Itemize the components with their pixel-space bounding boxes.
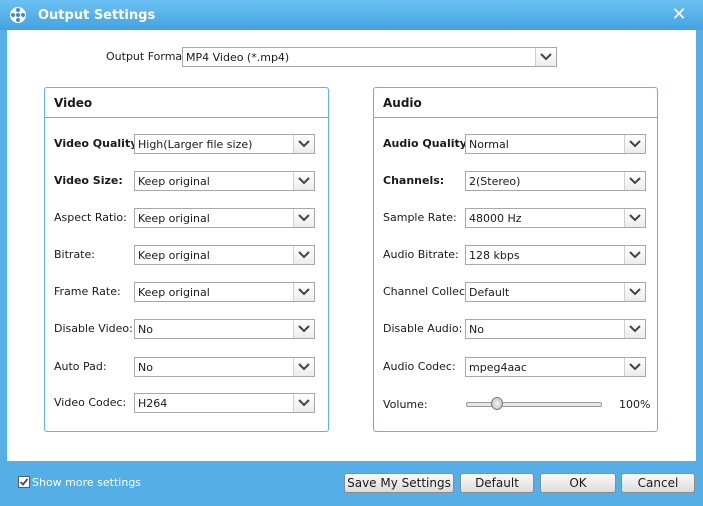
video-row-label: Video Size: xyxy=(54,174,123,187)
film-reel-icon xyxy=(9,6,27,24)
video-row-label: Video Codec: xyxy=(54,396,127,409)
output-format-select[interactable]: MP4 Video (*.mp4) xyxy=(182,47,557,67)
show-more-label[interactable]: Show more settings xyxy=(32,476,141,489)
chevron-down-icon[interactable] xyxy=(624,320,645,338)
video-row-select[interactable]: No xyxy=(134,319,315,339)
audio-row-value: mpeg4aac xyxy=(469,361,527,374)
video-row-select[interactable]: Keep original xyxy=(134,208,315,228)
window-title: Output Settings xyxy=(38,8,156,23)
save-my-settings-button[interactable]: Save My Settings xyxy=(344,473,454,493)
audio-row-select[interactable]: 48000 Hz xyxy=(465,208,646,228)
chevron-down-icon[interactable] xyxy=(293,209,314,227)
chevron-down-icon[interactable] xyxy=(624,135,645,153)
video-row-select[interactable]: No xyxy=(134,357,315,377)
video-row-label: Aspect Ratio: xyxy=(54,211,127,224)
audio-row-label: Channel Collect: xyxy=(383,285,474,298)
audio-row-select[interactable]: 2(Stereo) xyxy=(465,171,646,191)
checkmark-icon xyxy=(19,478,29,486)
video-row-value: High(Larger file size) xyxy=(138,138,253,151)
close-button[interactable]: ✕ xyxy=(666,3,692,27)
cancel-button[interactable]: Cancel xyxy=(621,473,695,493)
audio-row-value: 128 kbps xyxy=(469,249,520,262)
output-settings-window: Output Settings ✕ Output Format: MP4 Vid… xyxy=(0,0,703,506)
show-more-checkbox[interactable] xyxy=(18,476,30,488)
audio-row-label: Audio Codec: xyxy=(383,360,456,373)
chevron-down-icon[interactable] xyxy=(293,320,314,338)
video-row-value: H264 xyxy=(138,397,168,410)
video-row-value: Keep original xyxy=(138,249,210,262)
video-row-value: Keep original xyxy=(138,286,210,299)
video-row-value: Keep original xyxy=(138,212,210,225)
volume-label: Volume: xyxy=(383,398,428,411)
audio-row-value: 48000 Hz xyxy=(469,212,522,225)
audio-row-label: Audio Quality: xyxy=(383,137,472,150)
audio-row-label: Channels: xyxy=(383,174,445,187)
video-group-header: Video xyxy=(45,88,328,118)
chevron-down-icon[interactable] xyxy=(293,394,314,412)
audio-header: Audio xyxy=(383,96,422,110)
chevron-down-icon[interactable] xyxy=(293,358,314,376)
audio-row-value: 2(Stereo) xyxy=(469,175,521,188)
chevron-down-icon[interactable] xyxy=(535,48,556,66)
chevron-down-icon[interactable] xyxy=(293,246,314,264)
video-row-value: No xyxy=(138,361,153,374)
title-bar[interactable]: Output Settings ✕ xyxy=(0,0,703,30)
volume-slider-thumb[interactable] xyxy=(490,397,503,410)
audio-row-value: Normal xyxy=(469,138,509,151)
video-row-select[interactable]: Keep original xyxy=(134,171,315,191)
video-row-label: Auto Pad: xyxy=(54,360,107,373)
video-row-value: No xyxy=(138,323,153,336)
volume-value: 100% xyxy=(619,398,651,411)
chevron-down-icon[interactable] xyxy=(624,246,645,264)
audio-row-select[interactable]: mpeg4aac xyxy=(465,357,646,377)
video-row-label: Frame Rate: xyxy=(54,285,121,298)
audio-group-header: Audio xyxy=(374,88,657,118)
video-row-select[interactable]: Keep original xyxy=(134,282,315,302)
audio-row-select[interactable]: 128 kbps xyxy=(465,245,646,265)
volume-slider-track[interactable] xyxy=(466,402,602,407)
chevron-down-icon[interactable] xyxy=(293,172,314,190)
ok-button[interactable]: OK xyxy=(540,473,616,493)
video-row-select[interactable]: High(Larger file size) xyxy=(134,134,315,154)
output-format-label: Output Format: xyxy=(106,50,191,63)
video-row-label: Bitrate: xyxy=(54,248,95,261)
video-row-value: Keep original xyxy=(138,175,210,188)
audio-row-value: Default xyxy=(469,286,510,299)
chevron-down-icon[interactable] xyxy=(624,358,645,376)
video-header: Video xyxy=(54,96,93,110)
audio-row-select[interactable]: Default xyxy=(465,282,646,302)
video-row-select[interactable]: H264 xyxy=(134,393,315,413)
default-button[interactable]: Default xyxy=(460,473,534,493)
audio-row-select[interactable]: Normal xyxy=(465,134,646,154)
output-format-value: MP4 Video (*.mp4) xyxy=(186,51,290,64)
audio-row-label: Disable Audio: xyxy=(383,322,463,335)
video-row-select[interactable]: Keep original xyxy=(134,245,315,265)
chevron-down-icon[interactable] xyxy=(293,135,314,153)
audio-row-value: No xyxy=(469,323,484,336)
chevron-down-icon[interactable] xyxy=(293,283,314,301)
chevron-down-icon[interactable] xyxy=(624,209,645,227)
video-row-label: Disable Video: xyxy=(54,322,133,335)
audio-row-select[interactable]: No xyxy=(465,319,646,339)
chevron-down-icon[interactable] xyxy=(624,283,645,301)
audio-row-label: Sample Rate: xyxy=(383,211,457,224)
video-row-label: Video Quality: xyxy=(54,137,142,150)
chevron-down-icon[interactable] xyxy=(624,172,645,190)
audio-row-label: Audio Bitrate: xyxy=(383,248,459,261)
